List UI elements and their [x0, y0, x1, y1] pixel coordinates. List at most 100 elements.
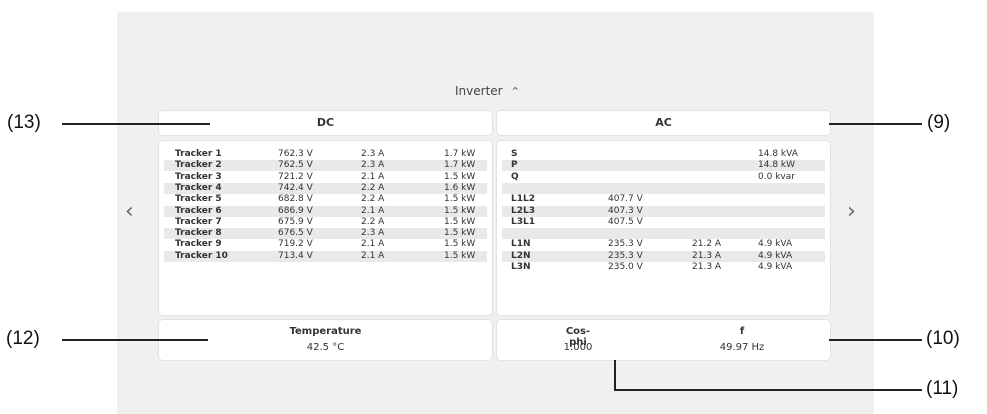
ac-value: 14.8 kW — [758, 160, 796, 171]
tracker-power: 1.5 kW — [444, 228, 476, 239]
ac-voltage: 407.5 V — [608, 216, 643, 227]
ac-voltage: 407.3 V — [608, 205, 643, 216]
tracker-power: 1.5 kW — [444, 171, 476, 182]
table-row: S 14.8 kVA — [502, 149, 825, 160]
tracker-name: Tracker 3 — [175, 171, 222, 182]
tracker-name: Tracker 8 — [175, 228, 222, 239]
tracker-voltage: 721.2 V — [278, 171, 313, 182]
ac-quantity-name: L2N — [511, 250, 531, 261]
tracker-name: Tracker 1 — [175, 149, 222, 159]
ac-current: 21.2 A — [692, 239, 722, 250]
ac-title: AC — [655, 116, 672, 129]
tracker-voltage: 675.9 V — [278, 216, 313, 227]
table-row: Tracker 6 686.9 V 2.1 A 1.5 kW — [164, 205, 487, 217]
callout-line-ac — [829, 123, 922, 125]
callout-label-ac: (9) — [927, 112, 951, 133]
callout-line-frequency — [829, 339, 922, 341]
cosphi-value: 1.000 — [563, 342, 593, 353]
ac-quantity-name: L1L2 — [511, 194, 535, 205]
ac-quantity-name: L1N — [511, 239, 531, 250]
table-row: Tracker 7 675.9 V 2.2 A 1.5 kW — [164, 217, 487, 228]
frequency-label: f — [739, 326, 745, 337]
cosphi-frequency-panel: Cos-phi 1.000 f 49.97 Hz — [497, 320, 830, 360]
tracker-voltage: 762.3 V — [278, 149, 313, 159]
table-row: L3N 235.0 V 21.3 A 4.9 kVA — [502, 262, 825, 273]
chevron-up-icon: ⌃ — [510, 84, 520, 98]
temperature-label: Temperature — [289, 326, 362, 337]
table-row: Tracker 3 721.2 V 2.1 A 1.5 kW — [164, 172, 487, 183]
tracker-current: 2.3 A — [361, 228, 385, 239]
inverter-section-toggle[interactable]: Inverter ⌃ — [455, 84, 520, 98]
ac-quantity-name: Q — [511, 171, 519, 182]
temperature-value: 42.5 °C — [306, 342, 345, 353]
table-row: P 14.8 kW — [502, 160, 825, 172]
tracker-current: 2.3 A — [361, 149, 385, 159]
callout-label-temperature: (12) — [6, 328, 40, 349]
tracker-current: 2.2 A — [361, 216, 385, 227]
table-row: Tracker 4 742.4 V 2.2 A 1.6 kW — [164, 182, 487, 194]
ac-voltage: 235.3 V — [608, 250, 643, 261]
ac-quantity-name: P — [511, 160, 518, 171]
temperature-panel: Temperature 42.5 °C — [159, 320, 492, 360]
callout-label-dc: (13) — [7, 112, 41, 133]
dc-title: DC — [316, 116, 335, 129]
tracker-power: 1.5 kW — [444, 194, 476, 205]
tracker-current: 2.2 A — [361, 182, 385, 193]
table-row: L1L2 407.7 V — [502, 194, 825, 205]
table-row — [502, 228, 825, 240]
table-row: Q 0.0 kvar — [502, 172, 825, 183]
chevron-left-icon[interactable]: ‹ — [125, 200, 134, 224]
inverter-title: Inverter — [455, 84, 503, 98]
table-row: Tracker 5 682.8 V 2.2 A 1.5 kW — [164, 194, 487, 205]
tracker-name: Tracker 6 — [175, 205, 222, 216]
tracker-name: Tracker 10 — [175, 250, 228, 261]
ac-quantity-name: L3N — [511, 262, 531, 272]
callout-line-temperature — [62, 339, 208, 341]
ac-value: 0.0 kvar — [758, 171, 795, 182]
tracker-current: 2.1 A — [361, 205, 385, 216]
frequency-value: 49.97 Hz — [719, 342, 765, 353]
table-row: Tracker 10 713.4 V 2.1 A 1.5 kW — [164, 250, 487, 262]
ac-value: 4.9 kVA — [758, 262, 793, 272]
tracker-name: Tracker 7 — [175, 216, 222, 227]
table-row: Tracker 1 762.3 V 2.3 A 1.7 kW — [164, 149, 487, 160]
callout-label-frequency: (10) — [926, 328, 960, 349]
ac-current: 21.3 A — [692, 262, 722, 272]
ac-voltage: 407.7 V — [608, 194, 643, 205]
ac-voltage: 235.0 V — [608, 262, 643, 272]
ac-value: 4.9 kVA — [758, 239, 793, 250]
table-row: L1N 235.3 V 21.2 A 4.9 kVA — [502, 239, 825, 250]
ac-value: 14.8 kVA — [758, 149, 798, 159]
table-row: L3L1 407.5 V — [502, 217, 825, 228]
tracker-name: Tracker 9 — [175, 239, 222, 250]
tracker-power: 1.5 kW — [444, 250, 476, 261]
ac-voltage: 235.3 V — [608, 239, 643, 250]
ac-values-table: S 14.8 kVA P 14.8 kW Q 0.0 kvar L1L2 407.7 V L2L… — [497, 141, 830, 315]
ac-quantity-name: S — [511, 149, 518, 159]
callout-line-cosphi — [614, 389, 922, 391]
table-row: Tracker 8 676.5 V 2.3 A 1.5 kW — [164, 228, 487, 240]
ac-value: 4.9 kVA — [758, 250, 793, 261]
callout-line-cosphi-vertical — [614, 360, 616, 390]
tracker-current: 2.3 A — [361, 160, 385, 171]
tracker-power: 1.5 kW — [444, 205, 476, 216]
tracker-current: 2.2 A — [361, 194, 385, 205]
chevron-right-icon[interactable]: › — [847, 200, 856, 224]
tracker-name: Tracker 4 — [175, 182, 222, 193]
tracker-name: Tracker 2 — [175, 160, 222, 171]
callout-line-dc — [62, 123, 210, 125]
tracker-power: 1.5 kW — [444, 239, 476, 250]
table-row: L2N 235.3 V 21.3 A 4.9 kVA — [502, 250, 825, 262]
tracker-voltage: 686.9 V — [278, 205, 313, 216]
ac-current: 21.3 A — [692, 250, 722, 261]
tracker-voltage: 742.4 V — [278, 182, 313, 193]
tracker-power: 1.5 kW — [444, 216, 476, 227]
tracker-voltage: 676.5 V — [278, 228, 313, 239]
tracker-current: 2.1 A — [361, 250, 385, 261]
tracker-voltage: 713.4 V — [278, 250, 313, 261]
ac-quantity-name: L2L3 — [511, 205, 535, 216]
table-row — [502, 182, 825, 194]
tracker-power: 1.6 kW — [444, 182, 476, 193]
tracker-voltage: 762.5 V — [278, 160, 313, 171]
tracker-voltage: 682.8 V — [278, 194, 313, 205]
